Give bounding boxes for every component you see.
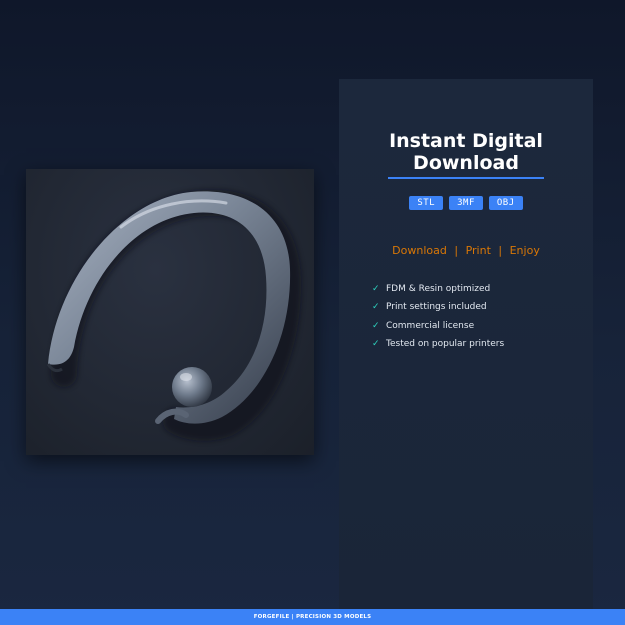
product-info-panel: Instant Digital Download STL 3MF OBJ Dow… <box>339 79 593 610</box>
tagline: Download | Print | Enjoy <box>339 244 593 258</box>
feature-label: FDM & Resin optimized <box>386 284 491 295</box>
check-icon: ✓ <box>372 339 380 350</box>
list-item: ✓ FDM & Resin optimized <box>372 280 504 298</box>
format-badge-stl: STL <box>409 196 444 210</box>
panel-title-line-1: Instant Digital <box>389 130 543 152</box>
feature-list: ✓ FDM & Resin optimized ✓ Print settings… <box>372 280 504 353</box>
tagline-separator: | <box>454 244 459 257</box>
check-icon: ✓ <box>372 320 380 331</box>
brand-footer: FORGEFILE | PRECISION 3D MODELS <box>0 609 625 625</box>
format-badge-obj: OBJ <box>488 196 523 210</box>
list-item: ✓ Commercial license <box>372 317 504 335</box>
feature-label: Tested on popular printers <box>386 339 505 350</box>
title-underline <box>388 177 544 179</box>
tagline-print: Print <box>465 244 491 257</box>
horn-earring-icon <box>46 189 302 441</box>
model-render-image <box>26 169 314 455</box>
tagline-separator: | <box>498 244 503 257</box>
file-format-list: STL 3MF OBJ <box>339 196 593 210</box>
feature-label: Commercial license <box>386 320 475 331</box>
check-icon: ✓ <box>372 302 380 313</box>
tagline-enjoy: Enjoy <box>509 244 540 257</box>
check-icon: ✓ <box>372 284 380 295</box>
format-badge-3mf: 3MF <box>449 196 483 210</box>
feature-label: Print settings included <box>386 302 487 313</box>
list-item: ✓ Print settings included <box>372 298 504 316</box>
list-item: ✓ Tested on popular printers <box>372 335 504 353</box>
panel-title-line-2: Download <box>413 152 519 174</box>
panel-title: Instant Digital Download <box>339 130 593 174</box>
tagline-download: Download <box>392 244 447 257</box>
footer-text: FORGEFILE | PRECISION 3D MODELS <box>253 614 372 620</box>
